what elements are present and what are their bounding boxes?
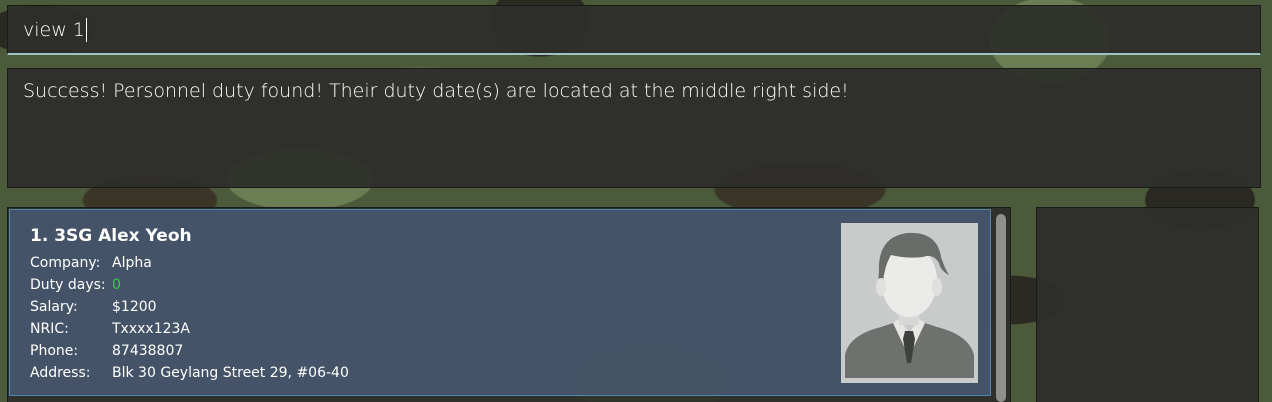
person-silhouette-icon [841,223,978,383]
field-value: $1200 [112,299,157,315]
person-name: 1. 3SG Alex Yeoh [30,226,192,246]
result-message: Success! Personnel duty found! Their dut… [23,80,849,102]
field-label: NRIC: [30,321,69,337]
list-scrollbar[interactable] [995,212,1007,402]
person-card[interactable]: 1. 3SG Alex Yeoh Company: Alpha Duty day… [9,209,991,396]
field-label: Duty days: [30,277,106,293]
duty-dates-panel [1036,207,1259,402]
field-phone: Phone: 87438807 [30,340,970,362]
field-nric: NRIC: Txxxx123A [30,318,970,340]
field-salary: Salary: $1200 [30,296,970,318]
command-input-text: view 1 [23,18,85,41]
scrollbar-thumb[interactable] [996,214,1006,402]
field-label: Address: [30,365,91,381]
field-label: Phone: [30,343,79,359]
field-value: Blk 30 Geylang Street 29, #06-40 [112,365,349,381]
text-caret [85,17,87,42]
command-input[interactable]: view 1 [7,5,1261,55]
field-value: 87438807 [112,343,184,359]
field-company: Company: Alpha [30,252,970,274]
result-display: Success! Personnel duty found! Their dut… [7,68,1261,188]
personnel-list-panel: 1. 3SG Alex Yeoh Company: Alpha Duty day… [7,207,1011,402]
field-label: Salary: [30,299,78,315]
field-value: Txxxx123A [112,321,190,337]
duty-days-value: 0 [112,277,121,293]
field-address: Address: Blk 30 Geylang Street 29, #06-4… [30,362,970,384]
field-label: Company: [30,255,101,271]
avatar [841,223,978,383]
field-value: Alpha [112,255,152,271]
field-duty-days: Duty days: 0 [30,274,970,296]
